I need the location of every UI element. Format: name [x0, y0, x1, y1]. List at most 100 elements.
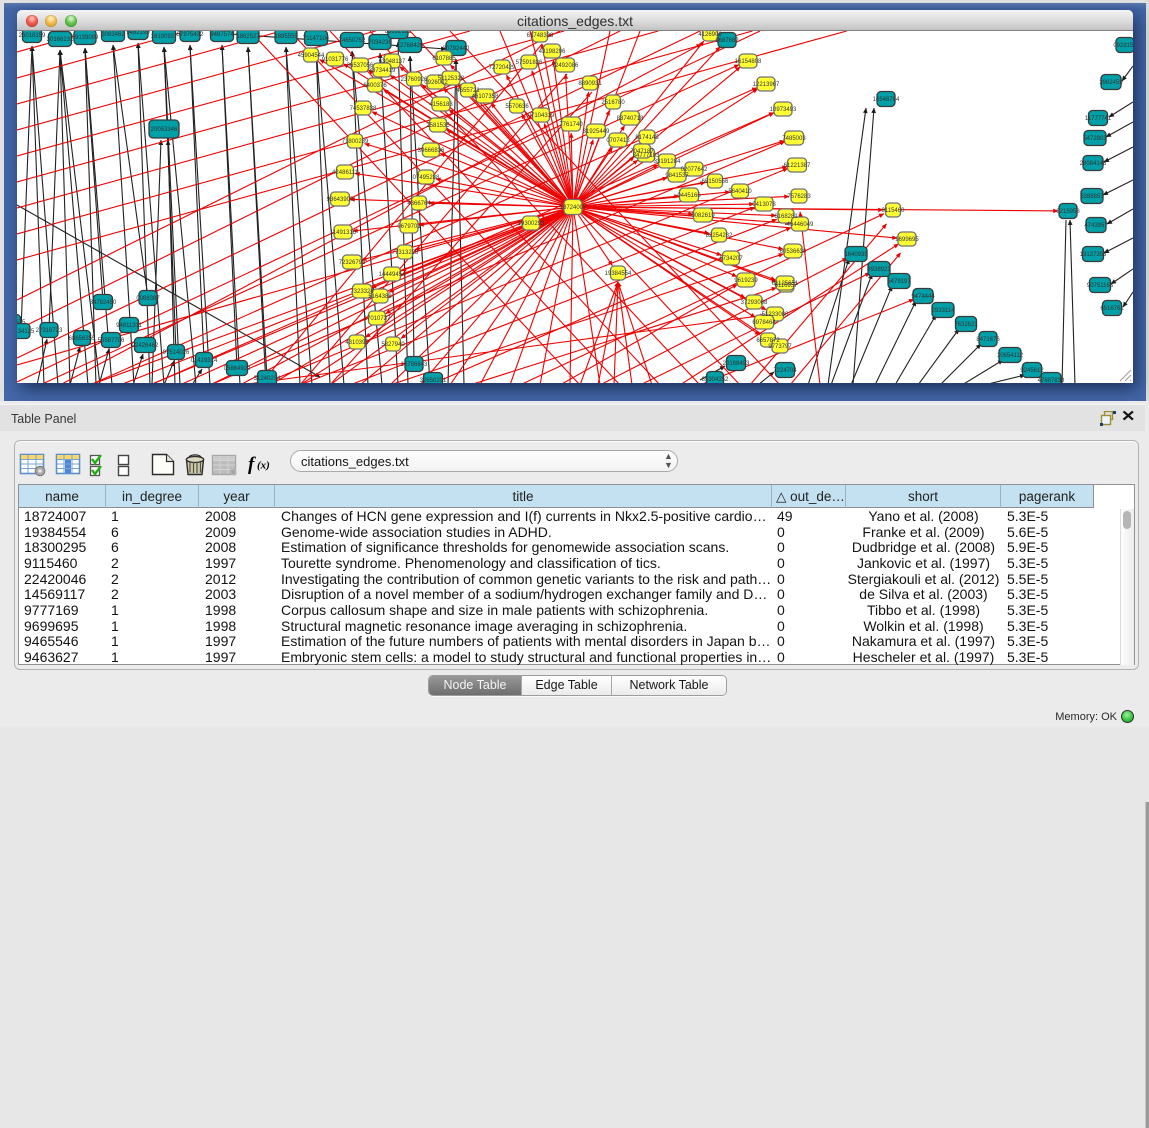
svg-text:5164388: 5164388 — [368, 294, 392, 300]
svg-text:90751163: 90751163 — [1087, 283, 1114, 289]
svg-text:85304352: 85304352 — [702, 377, 729, 383]
svg-text:34782450: 34782450 — [90, 300, 117, 306]
svg-text:11491316: 11491316 — [330, 230, 357, 236]
svg-text:5570636: 5570636 — [505, 104, 529, 110]
svg-text:9413078: 9413078 — [752, 202, 776, 208]
svg-text:4126906: 4126906 — [698, 32, 722, 38]
svg-text:7576283: 7576283 — [787, 194, 811, 200]
svg-text:7485003: 7485003 — [782, 136, 806, 142]
svg-text:68656355: 68656355 — [69, 336, 96, 342]
svg-text:82254282: 82254282 — [706, 233, 733, 239]
svg-text:8938923: 8938923 — [867, 267, 891, 273]
svg-text:9841537: 9841537 — [665, 173, 689, 179]
svg-text:77313228: 77313228 — [392, 250, 419, 256]
svg-text:33191284: 33191284 — [654, 159, 681, 165]
svg-text:6479197: 6479197 — [887, 279, 911, 285]
svg-text:6168281: 6168281 — [774, 214, 798, 220]
svg-text:61221387: 61221387 — [784, 163, 811, 169]
svg-text:30166131: 30166131 — [47, 37, 74, 43]
svg-text:4310399: 4310399 — [345, 340, 369, 346]
svg-text:(x): (x) — [257, 460, 270, 472]
svg-text:5388853: 5388853 — [1080, 194, 1104, 200]
svg-text:50587706: 50587706 — [98, 338, 125, 344]
svg-text:7224704: 7224704 — [773, 368, 797, 374]
svg-text:74650752: 74650752 — [339, 38, 366, 44]
svg-text:47887838: 47887838 — [1038, 378, 1065, 383]
svg-text:26018159: 26018159 — [19, 33, 46, 39]
svg-text:61125651: 61125651 — [772, 281, 799, 287]
svg-text:97514026: 97514026 — [163, 350, 190, 356]
svg-text:51125328: 51125328 — [438, 76, 465, 82]
svg-text:72492086: 72492086 — [552, 63, 579, 69]
svg-text:11777741: 11777741 — [1085, 116, 1112, 122]
svg-text:31240234: 31240234 — [254, 376, 281, 382]
svg-text:46446049: 46446049 — [787, 222, 814, 228]
svg-text:63048137: 63048137 — [379, 59, 406, 65]
svg-text:5640410: 5640410 — [728, 189, 752, 195]
svg-text:51233080: 51233080 — [762, 312, 789, 318]
svg-text:7761740: 7761740 — [559, 122, 583, 128]
svg-text:94811311: 94811311 — [116, 323, 142, 329]
svg-text:13137353: 13137353 — [1080, 252, 1107, 258]
svg-text:14449454: 14449454 — [379, 272, 406, 278]
svg-text:71147104: 71147104 — [303, 36, 330, 42]
svg-text:2687682: 2687682 — [715, 38, 739, 44]
svg-text:57591836: 57591836 — [516, 60, 543, 66]
svg-text:36134125: 36134125 — [17, 329, 35, 335]
svg-text:16786843: 16786843 — [401, 362, 428, 368]
svg-text:10973493: 10973493 — [770, 107, 797, 113]
svg-text:6516761: 6516761 — [1100, 306, 1124, 312]
svg-text:0679701: 0679701 — [397, 224, 421, 230]
svg-text:f: f — [248, 454, 256, 475]
svg-text:7034236: 7034236 — [368, 40, 392, 46]
svg-text:30666836: 30666836 — [418, 148, 445, 154]
svg-text:72720429: 72720429 — [489, 65, 516, 71]
svg-text:4156183: 4156183 — [429, 102, 453, 108]
svg-text:9482199: 9482199 — [126, 31, 150, 36]
svg-text:6978464: 6978464 — [752, 320, 776, 326]
svg-text:8890931: 8890931 — [578, 81, 602, 87]
svg-text:20053346: 20053346 — [151, 127, 178, 133]
svg-text:91031776: 91031776 — [322, 57, 349, 63]
svg-text:5472803: 5472803 — [1083, 136, 1107, 142]
svg-text:6400376: 6400376 — [363, 83, 387, 89]
svg-text:9773797: 9773797 — [768, 344, 792, 350]
svg-text:12213967: 12213967 — [753, 82, 780, 88]
svg-text:72326793: 72326793 — [339, 260, 366, 266]
svg-text:18190937: 18190937 — [151, 34, 178, 40]
svg-text:9115460: 9115460 — [882, 208, 906, 214]
svg-text:33734419: 33734419 — [369, 68, 396, 74]
svg-text:0707413: 0707413 — [606, 138, 630, 144]
svg-text:4743957: 4743957 — [1084, 223, 1108, 229]
svg-text:9699695: 9699695 — [895, 237, 919, 243]
svg-text:17010737: 17010737 — [364, 316, 391, 322]
svg-text:60536630: 60536630 — [780, 249, 807, 255]
svg-text:31925449: 31925449 — [583, 129, 610, 135]
svg-text:9487574: 9487574 — [210, 32, 234, 38]
svg-text:65632122: 65632122 — [385, 31, 412, 35]
svg-text:7047187: 7047187 — [630, 149, 654, 155]
svg-text:02077642: 02077642 — [681, 167, 708, 173]
svg-text:28084148: 28084148 — [1080, 161, 1107, 167]
svg-text:42486111: 42486111 — [332, 170, 358, 176]
svg-text:27316723: 27316723 — [36, 328, 63, 334]
svg-text:46107358: 46107358 — [472, 94, 499, 100]
svg-text:19300293: 19300293 — [518, 221, 545, 227]
svg-text:2516780: 2516780 — [601, 100, 625, 106]
svg-text:07495288: 07495288 — [413, 175, 440, 181]
svg-text:9245612: 9245612 — [1020, 368, 1044, 374]
svg-text:93643900: 93643900 — [327, 197, 354, 203]
svg-text:8471676: 8471676 — [976, 337, 1000, 343]
svg-text:16548784: 16548784 — [873, 97, 900, 103]
svg-text:43198296: 43198296 — [539, 49, 566, 55]
svg-text:1862527: 1862527 — [236, 34, 260, 40]
svg-text:9619239: 9619239 — [734, 278, 758, 284]
svg-text:65150556: 65150556 — [702, 179, 729, 185]
svg-text:37261675: 37261675 — [17, 320, 26, 326]
svg-text:6734207: 6734207 — [719, 256, 743, 262]
svg-text:7632621: 7632621 — [954, 322, 978, 328]
svg-text:07104319: 07104319 — [528, 113, 555, 119]
svg-text:05864920: 05864920 — [224, 366, 251, 372]
svg-text:30792440: 30792440 — [443, 46, 470, 52]
svg-text:6107885: 6107885 — [432, 56, 456, 62]
